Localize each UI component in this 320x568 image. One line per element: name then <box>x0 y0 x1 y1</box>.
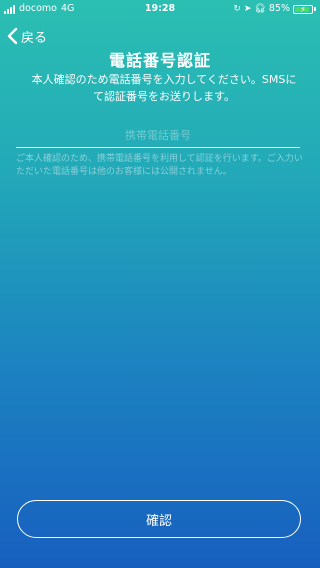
status-right: ↻ ➤ 🎧︎ 85% ⚡︎ <box>230 0 316 18</box>
charging-bolt-icon: ⚡︎ <box>300 4 306 14</box>
battery-tip <box>314 7 316 11</box>
page-description: 本人確認のため電話番号を入力してください。SMSにて認証番号をお送りします。 <box>31 73 297 103</box>
status-bar: docomo 4G 19:28 ↻ ➤ 🎧︎ 85% ⚡︎ <box>0 0 320 18</box>
page-title: 電話番号認証 <box>108 51 211 70</box>
battery-percent: 85% <box>268 3 290 14</box>
screen-lock-icon: ↻ <box>233 4 241 14</box>
phone-verification-screen: docomo 4G 19:28 ↻ ➤ 🎧︎ 85% ⚡︎ 戻る 電話番号認証 … <box>0 0 320 568</box>
phone-number-input[interactable] <box>16 124 300 148</box>
confirm-button[interactable]: 確認 <box>17 500 301 538</box>
privacy-notice: ご本人確認のため、携帯電話番号を利用して認証を行います。ご入力いただいた電話番号… <box>16 154 303 177</box>
location-arrow-icon: ➤ <box>243 4 252 14</box>
confirm-button-label: 確認 <box>145 513 172 529</box>
back-label: 戻る <box>21 30 48 46</box>
back-button[interactable]: 戻る <box>6 26 47 46</box>
headphones-icon: 🎧︎ <box>254 4 266 14</box>
chevron-left-icon <box>7 27 18 45</box>
battery-icon: ⚡︎ <box>293 4 313 14</box>
